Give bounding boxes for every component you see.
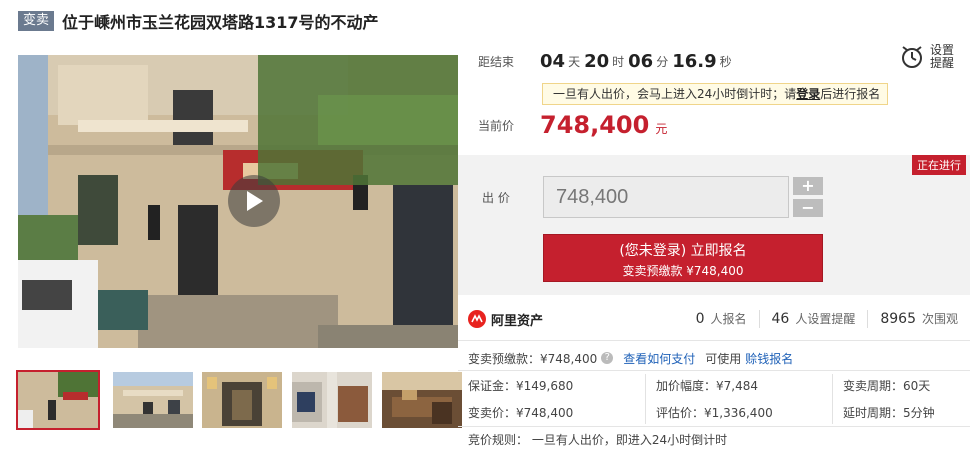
divider <box>832 374 833 424</box>
login-link[interactable]: 登录 <box>796 87 820 101</box>
countdown-label: 距结束 <box>478 54 515 69</box>
current-price-label: 当前价 <box>478 118 515 133</box>
credit-signup-link[interactable]: 赊钱报名 <box>745 350 793 367</box>
sale-type-tag: 变卖 <box>18 11 55 31</box>
page-title: 位于嵊州市玉兰花园双塔路1317号的不动产 <box>62 13 379 32</box>
status-badge: 正在进行 <box>912 155 966 175</box>
guarantee-info: 保证金：¥149,680 <box>468 379 574 393</box>
thumbnail-image <box>382 372 462 428</box>
view-count-value: 8965 <box>880 311 916 327</box>
reminder-count-label: 人设置提醒 <box>795 312 856 326</box>
how-to-pay-link[interactable]: 查看如何支付 <box>623 350 695 367</box>
main-photo[interactable] <box>18 55 458 348</box>
divider <box>458 370 970 371</box>
bidding-rule: 竞价规则： 一旦有人出价，即进入24小时倒计时 <box>468 433 728 447</box>
current-price: 当前价 748,400 元 <box>468 110 667 140</box>
current-price-unit: 元 <box>655 121 668 136</box>
thumbnail-5[interactable] <box>382 372 462 428</box>
thumbnail-image <box>113 372 193 428</box>
thumbnail-4[interactable] <box>292 372 372 428</box>
cycle-info: 变卖周期：60天 <box>843 379 931 393</box>
divider <box>458 340 970 341</box>
thumbnail-image <box>18 372 98 428</box>
thumbnail-3[interactable] <box>202 372 282 428</box>
ali-assets-logo: 阿里资产 <box>468 310 543 329</box>
notice-text: 一旦有人出价，会马上进入24小时倒计时；请 <box>553 87 797 101</box>
appraisal-info: 评估价：¥1,336,400 <box>656 406 773 420</box>
bid-label: 出 价 <box>482 191 510 205</box>
delay-info: 延时周期：5分钟 <box>843 406 935 420</box>
current-price-value: 748,400 <box>540 111 650 139</box>
can-use-label: 可使用 <box>705 351 742 366</box>
help-icon[interactable]: ? <box>601 352 614 364</box>
countdown-seconds: 16.9 <box>672 50 717 72</box>
view-count-label: 次围观 <box>921 312 958 326</box>
signup-count: 0 人报名 <box>696 310 747 328</box>
divider <box>645 374 646 424</box>
reminder-count-value: 46 <box>771 311 790 327</box>
deposit-label: 变卖预缴款：¥748,400 <box>468 351 598 366</box>
countdown-timer: 距结束 04 天 20 时 06 分 16.9 秒 <box>468 48 868 74</box>
play-video-button[interactable] <box>228 175 280 227</box>
alarm-clock-icon <box>902 46 922 68</box>
play-icon <box>247 191 263 211</box>
title-row: 变卖 位于嵊州市玉兰花园双塔路1317号的不动产 <box>18 10 379 32</box>
thumbnail-image <box>202 372 282 428</box>
sale-price-info: 变卖价：¥748,400 <box>468 406 574 420</box>
thumbnail-2[interactable] <box>113 372 193 428</box>
countdown-minutes: 06 <box>628 50 654 72</box>
divider <box>867 310 869 328</box>
bid-panel: 正在进行 出 价 748,400 + − (您未登录) 立即报名 变卖预缴款 ¥… <box>458 155 970 295</box>
signup-count-value: 0 <box>695 311 705 327</box>
divider <box>458 426 970 427</box>
reminder-count: 46 人设置提醒 <box>772 310 856 328</box>
auction-stats: 阿里资产 0 人报名 46 人设置提醒 8965 次围观 <box>458 300 970 338</box>
countdown-hours: 20 <box>584 50 610 72</box>
set-reminder-label: 设置 提醒 <box>930 44 954 70</box>
countdown-days: 04 <box>540 50 566 72</box>
increment-info: 加价幅度：¥7,484 <box>656 379 758 393</box>
increase-bid-button[interactable]: + <box>793 177 823 195</box>
set-reminder-button[interactable]: 设置 提醒 <box>900 42 964 72</box>
countdown-hours-unit: 时 <box>612 54 625 69</box>
ali-assets-brand: 阿里资产 <box>491 313 544 329</box>
view-count: 8965 次围观 <box>880 310 958 328</box>
signup-button-label: (您未登录) 立即报名 <box>619 243 747 259</box>
signup-button[interactable]: (您未登录) 立即报名 变卖预缴款 ¥748,400 <box>543 234 823 282</box>
countdown-notice: 一旦有人出价，会马上进入24小时倒计时；请登录后进行报名 <box>542 83 888 105</box>
ali-assets-icon <box>468 310 486 328</box>
thumbnail-image <box>292 372 372 428</box>
countdown-days-unit: 天 <box>568 54 581 69</box>
divider <box>758 310 760 328</box>
countdown-minutes-unit: 分 <box>656 54 669 69</box>
deposit-row: 变卖预缴款：¥748,400 ? 查看如何支付 可使用 赊钱报名 <box>468 350 793 366</box>
thumbnail-1[interactable] <box>16 370 100 430</box>
signup-deposit-label: 变卖预缴款 ¥748,400 <box>622 264 744 278</box>
countdown-seconds-unit: 秒 <box>719 54 732 69</box>
bid-amount-input[interactable]: 748,400 <box>543 176 789 218</box>
thumbnail-strip <box>16 370 462 430</box>
set-reminder-line2: 提醒 <box>930 56 955 70</box>
signup-count-label: 人报名 <box>710 312 747 326</box>
notice-text-after: 后进行报名 <box>820 87 881 101</box>
decrease-bid-button[interactable]: − <box>793 199 823 217</box>
